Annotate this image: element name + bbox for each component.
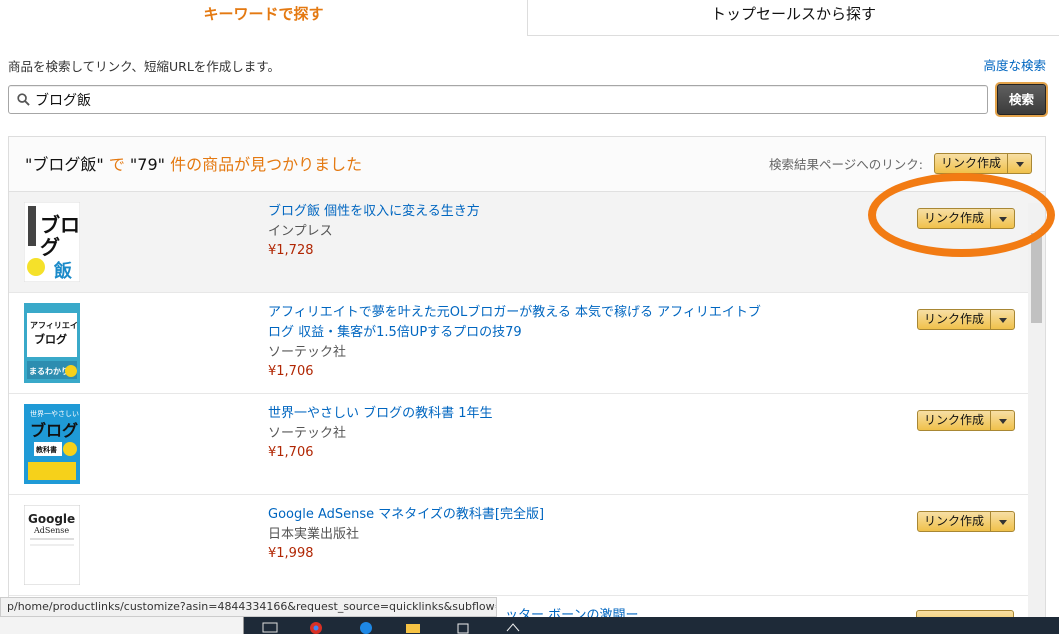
status-bar-url: p/home/productlinks/customize?asin=48443… xyxy=(0,597,497,617)
taskbar-search[interactable] xyxy=(0,617,244,634)
results-page-link-label: 検索結果ページへのリンク: xyxy=(769,157,923,172)
link-create-button[interactable]: リンク作成 xyxy=(917,208,1016,229)
result-row: 世界一やさしい ブログ 教科書 世界一やさしい ブログの教科書 1年生 ソーテッ… xyxy=(9,394,1045,495)
store-icon[interactable] xyxy=(455,619,471,634)
item-details: アフィリエイトで夢を叶えた元OLブロガーが教える 本気で稼げる アフィリエイトブ… xyxy=(268,303,768,381)
book-cover-image: Google AdSense xyxy=(24,505,80,585)
item-publisher: ソーテック社 xyxy=(268,345,347,360)
mail-icon[interactable] xyxy=(505,619,521,632)
link-create-label[interactable]: リンク作成 xyxy=(918,411,990,430)
link-create-label[interactable]: リンク作成 xyxy=(918,209,990,228)
chevron-down-icon[interactable] xyxy=(990,512,1014,531)
results-page-link-button[interactable]: リンク作成 xyxy=(934,153,1033,174)
item-details: 世界一やさしい ブログの教科書 1年生 ソーテック社 ¥1,706 xyxy=(268,404,768,462)
result-row: アフィリエイト ブログ まるわかり アフィリエイトで夢を叶えた元OLブロガーが教… xyxy=(9,293,1045,394)
description-text: 商品を検索してリンク、短縮URLを作成します。 xyxy=(8,59,281,74)
svg-text:ブログ: ブログ xyxy=(34,332,67,346)
item-price: ¥1,706 xyxy=(268,445,314,460)
svg-text:Google: Google xyxy=(28,512,75,526)
svg-text:ブログ: ブログ xyxy=(30,421,78,440)
svg-text:グ: グ xyxy=(40,235,60,259)
item-price: ¥1,998 xyxy=(268,546,314,561)
search-button[interactable]: 検索 xyxy=(997,84,1046,115)
svg-text:教科書: 教科書 xyxy=(35,445,57,454)
results-summary: "ブログ飯" で "79" 件の商品が見つかりました xyxy=(25,151,362,175)
results-header: "ブログ飯" で "79" 件の商品が見つかりました 検索結果ページへのリンク:… xyxy=(9,137,1045,192)
item-title-link[interactable]: 世界一やさしい ブログの教科書 1年生 xyxy=(268,404,768,424)
scrollbar-thumb[interactable] xyxy=(1031,233,1042,323)
result-row: Google AdSense Google AdSense マネタイズの教科書[… xyxy=(9,495,1045,596)
chevron-down-icon[interactable] xyxy=(990,411,1014,430)
link-create-button[interactable]: リンク作成 xyxy=(917,410,1016,431)
edge-icon[interactable] xyxy=(358,619,374,634)
tab-top-sales[interactable]: トップセールスから探す xyxy=(527,0,1059,36)
search-input[interactable] xyxy=(35,88,975,111)
book-cover-image: アフィリエイト ブログ まるわかり xyxy=(24,303,80,383)
tab-bar: キーワードで探す トップセールスから探す xyxy=(0,0,1059,36)
svg-text:飯: 飯 xyxy=(53,260,72,282)
book-cover-image: ブロ グ 飯 xyxy=(24,202,80,282)
svg-text:AdSense: AdSense xyxy=(33,526,69,535)
search-box xyxy=(8,85,988,114)
chevron-down-icon[interactable] xyxy=(990,310,1014,329)
link-create-label[interactable]: リンク作成 xyxy=(918,310,990,329)
folder-icon[interactable] xyxy=(405,619,421,633)
item-publisher: ソーテック社 xyxy=(268,426,347,441)
item-price: ¥1,706 xyxy=(268,364,314,379)
tab-keyword-search[interactable]: キーワードで探す xyxy=(0,0,527,36)
results-panel: "ブログ飯" で "79" 件の商品が見つかりました 検索結果ページへのリンク:… xyxy=(8,136,1046,634)
chrome-icon[interactable] xyxy=(308,619,324,634)
svg-text:世界一やさしい: 世界一やさしい xyxy=(30,409,79,418)
search-icon xyxy=(17,93,30,106)
chevron-down-icon[interactable] xyxy=(1007,154,1031,173)
item-price: ¥1,728 xyxy=(268,243,314,258)
link-create-label[interactable]: リンク作成 xyxy=(935,154,1007,173)
svg-text:ブロ: ブロ xyxy=(40,213,80,237)
results-found-text: 件の商品が見つかりました xyxy=(165,155,363,174)
chevron-down-icon[interactable] xyxy=(990,209,1014,228)
scrollbar[interactable] xyxy=(1028,203,1045,634)
item-publisher: インプレス xyxy=(268,224,333,239)
results-count: "79" xyxy=(129,155,165,174)
results-query: "ブログ飯" xyxy=(25,155,104,174)
item-details: Google AdSense マネタイズの教科書[完全版] 日本実業出版社 ¥1… xyxy=(268,505,768,563)
taskbar xyxy=(0,617,1059,634)
item-publisher: 日本実業出版社 xyxy=(268,527,360,542)
link-create-button[interactable]: リンク作成 xyxy=(917,309,1016,330)
advanced-search-link[interactable]: 高度な検索 xyxy=(983,55,1046,74)
book-cover-image: 世界一やさしい ブログ 教科書 xyxy=(24,404,80,484)
svg-text:まるわかり: まるわかり xyxy=(29,367,69,376)
item-title-link[interactable]: ブログ飯 個性を収入に変える生き方 xyxy=(268,202,768,222)
item-title-link[interactable]: アフィリエイトで夢を叶えた元OLブロガーが教える 本気で稼げる アフィリエイトブ… xyxy=(268,303,768,343)
item-title-link[interactable]: Google AdSense マネタイズの教科書[完全版] xyxy=(268,505,768,525)
results-de: で xyxy=(103,155,130,174)
link-create-button[interactable]: リンク作成 xyxy=(917,511,1016,532)
svg-text:アフィリエイト: アフィリエイト xyxy=(30,321,80,330)
link-create-label[interactable]: リンク作成 xyxy=(918,512,990,531)
task-view-icon[interactable] xyxy=(262,619,278,633)
result-row: ブロ グ 飯 ブログ飯 個性を収入に変える生き方 インプレス ¥1,728 リン… xyxy=(9,192,1045,293)
item-details: ブログ飯 個性を収入に変える生き方 インプレス ¥1,728 xyxy=(268,202,768,260)
